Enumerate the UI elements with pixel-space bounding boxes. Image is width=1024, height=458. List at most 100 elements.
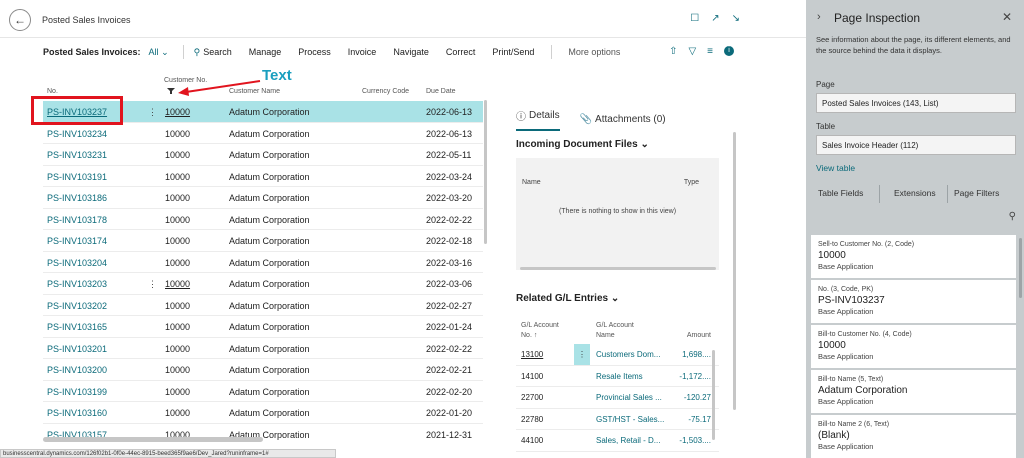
close-icon[interactable]: ✕ bbox=[1002, 10, 1012, 24]
customer-no-cell[interactable]: 10000 bbox=[165, 279, 190, 289]
filter-icon[interactable]: ▽ bbox=[688, 46, 696, 57]
customer-no-cell[interactable]: 10000 bbox=[165, 344, 190, 354]
table-row[interactable]: PS-INV103191 10000 Adatum Corporation 2022-… bbox=[43, 166, 483, 187]
gl-account-name-link[interactable]: Resale Items bbox=[596, 372, 643, 381]
list-view-icon[interactable]: ≡ bbox=[707, 46, 713, 57]
gl-account-no-cell[interactable]: 22780 bbox=[521, 415, 543, 424]
search-button[interactable]: ⚲ Search bbox=[194, 47, 232, 58]
customer-no-cell[interactable]: 10000 bbox=[165, 215, 190, 225]
invoice-no-link[interactable]: PS-INV103160 bbox=[47, 408, 107, 418]
table-row[interactable]: PS-INV103203 ⋮ 10000 Adatum Corporation 2022… bbox=[43, 273, 483, 295]
gl-entry-row[interactable]: 22700 Provincial Sales ... -120.27 bbox=[516, 387, 719, 409]
invoice-no-link[interactable]: PS-INV103191 bbox=[47, 172, 107, 182]
bookmark-icon[interactable]: ☐ bbox=[690, 13, 699, 24]
invoice-no-link[interactable]: PS-INV103200 bbox=[47, 365, 107, 375]
invoice-no-link[interactable]: PS-INV103203 bbox=[47, 279, 107, 289]
incoming-scrollbar[interactable] bbox=[520, 267, 716, 270]
gl-amount-link[interactable]: -120.27 bbox=[684, 393, 711, 402]
share-icon[interactable]: ⇧ bbox=[669, 46, 677, 57]
gl-entries-title[interactable]: Related G/L Entries ⌄ bbox=[516, 293, 619, 304]
invoice-no-link[interactable]: PS-INV103204 bbox=[47, 258, 107, 268]
invoice-no-link[interactable]: PS-INV103178 bbox=[47, 215, 107, 225]
gl-entry-row[interactable]: 22780 GST/HST - Sales... -75.17 bbox=[516, 409, 719, 430]
customer-no-cell[interactable]: 10000 bbox=[165, 172, 190, 182]
gl-entry-row[interactable]: 14100 Resale Items -1,172.... bbox=[516, 366, 719, 387]
table-row[interactable]: PS-INV103165 10000 Adatum Corporation 2022-… bbox=[43, 316, 483, 338]
field-card[interactable]: Bill-to Name 2 (6, Text) (Blank) Base Appl… bbox=[811, 415, 1016, 458]
customer-no-cell[interactable]: 10000 bbox=[165, 408, 190, 418]
invoice-button[interactable]: Invoice bbox=[348, 47, 377, 57]
col-header-no[interactable]: No. bbox=[47, 88, 58, 95]
customer-no-cell[interactable]: 10000 bbox=[165, 107, 190, 117]
gl-amount-link[interactable]: 1,698.... bbox=[682, 350, 711, 359]
table-row[interactable]: PS-INV103178 10000 Adatum Corporation 2022-… bbox=[43, 209, 483, 230]
customer-no-cell[interactable]: 10000 bbox=[165, 129, 190, 139]
customer-no-cell[interactable]: 10000 bbox=[165, 387, 190, 397]
customer-no-cell[interactable]: 10000 bbox=[165, 258, 190, 268]
gl-account-no-cell[interactable]: 14100 bbox=[521, 372, 543, 381]
row-actions-icon[interactable]: ⋮ bbox=[574, 344, 590, 365]
info-icon[interactable]: i bbox=[724, 46, 734, 56]
gl-account-no-cell[interactable]: 13100 bbox=[521, 350, 543, 359]
tab-table-fields[interactable]: Table Fields bbox=[818, 188, 863, 198]
customer-no-cell[interactable]: 10000 bbox=[165, 236, 190, 246]
row-actions-icon[interactable]: ⋮ bbox=[148, 107, 157, 118]
table-row[interactable]: PS-INV103200 10000 Adatum Corporation 2022-… bbox=[43, 359, 483, 381]
more-options-button[interactable]: More options bbox=[568, 47, 620, 57]
gl-col-no-line2[interactable]: No. ↑ bbox=[521, 332, 537, 339]
open-new-window-icon[interactable]: ↗ bbox=[711, 13, 719, 24]
field-card[interactable]: Bill-to Customer No. (4, Code) 10000 Base … bbox=[811, 325, 1016, 368]
row-actions-icon[interactable]: ⋮ bbox=[148, 279, 157, 290]
gl-col-name-line1[interactable]: G/L Account bbox=[596, 322, 634, 329]
invoice-no-link[interactable]: PS-INV103199 bbox=[47, 387, 107, 397]
invoice-no-link[interactable]: PS-INV103186 bbox=[47, 193, 107, 203]
chevron-right-icon[interactable]: › bbox=[817, 11, 821, 23]
back-button[interactable]: ← bbox=[9, 9, 31, 31]
inspection-scrollbar[interactable] bbox=[1019, 238, 1022, 298]
invoice-no-link[interactable]: PS-INV103234 bbox=[47, 129, 107, 139]
invoice-no-link[interactable]: PS-INV103174 bbox=[47, 236, 107, 246]
table-row[interactable]: PS-INV103199 10000 Adatum Corporation 2022-… bbox=[43, 381, 483, 402]
field-card[interactable]: Bill-to Name (5, Text) Adatum Corporation… bbox=[811, 370, 1016, 413]
customer-no-cell[interactable]: 10000 bbox=[165, 322, 190, 332]
invoice-no-link[interactable]: PS-INV103201 bbox=[47, 344, 107, 354]
invoice-no-link[interactable]: PS-INV103165 bbox=[47, 322, 107, 332]
gl-col-name-line2[interactable]: Name bbox=[596, 332, 615, 339]
invoice-no-link[interactable]: PS-INV103202 bbox=[47, 301, 107, 311]
factbox-scrollbar[interactable] bbox=[733, 132, 736, 410]
customer-no-cell[interactable]: 10000 bbox=[165, 365, 190, 375]
view-filter-dropdown[interactable]: All ⌄ bbox=[149, 47, 169, 58]
table-row[interactable]: PS-INV103174 10000 Adatum Corporation 2022-… bbox=[43, 230, 483, 252]
tab-details[interactable]: ⓘ Details bbox=[516, 108, 560, 131]
table-row[interactable]: PS-INV103160 10000 Adatum Corporation 2022-… bbox=[43, 402, 483, 424]
print-send-button[interactable]: Print/Send bbox=[492, 47, 534, 57]
table-row[interactable]: PS-INV103234 10000 Adatum Corporation 2022-… bbox=[43, 123, 483, 144]
correct-button[interactable]: Correct bbox=[446, 47, 476, 57]
gl-amount-link[interactable]: -1,172.... bbox=[679, 372, 711, 381]
collapse-icon[interactable]: ↘ bbox=[732, 13, 740, 24]
customer-no-cell[interactable]: 10000 bbox=[165, 301, 190, 311]
tab-page-filters[interactable]: Page Filters bbox=[954, 188, 999, 198]
gl-account-name-link[interactable]: GST/HST - Sales... bbox=[596, 415, 664, 424]
field-card[interactable]: No. (3, Code, PK) PS-INV103237 Base Applic… bbox=[811, 280, 1016, 323]
tab-attachments[interactable]: 📎 Attachments (0) bbox=[580, 108, 666, 131]
table-row[interactable]: PS-INV103231 10000 Adatum Corporation 2022-… bbox=[43, 144, 483, 166]
gl-amount-link[interactable]: -75.17 bbox=[688, 415, 711, 424]
customer-no-cell[interactable]: 10000 bbox=[165, 193, 190, 203]
table-row[interactable]: PS-INV103202 10000 Adatum Corporation 2022-… bbox=[43, 295, 483, 316]
view-table-link[interactable]: View table bbox=[816, 163, 855, 173]
gl-amount-link[interactable]: -1,503.... bbox=[679, 436, 711, 445]
navigate-button[interactable]: Navigate bbox=[393, 47, 429, 57]
field-card[interactable]: Sell-to Customer No. (2, Code) 10000 Base … bbox=[811, 235, 1016, 278]
process-button[interactable]: Process bbox=[298, 47, 331, 57]
search-icon[interactable]: ⚲ bbox=[1009, 211, 1016, 222]
tab-extensions[interactable]: Extensions bbox=[894, 188, 936, 198]
gl-account-no-cell[interactable]: 44100 bbox=[521, 436, 543, 445]
list-horizontal-scrollbar[interactable] bbox=[43, 437, 263, 442]
table-row[interactable]: PS-INV103201 10000 Adatum Corporation 2022-… bbox=[43, 338, 483, 359]
gl-scrollbar[interactable] bbox=[712, 350, 715, 440]
col-header-due-date[interactable]: Due Date bbox=[426, 88, 456, 95]
customer-no-cell[interactable]: 10000 bbox=[165, 150, 190, 160]
gl-account-name-link[interactable]: Provincial Sales ... bbox=[596, 393, 662, 402]
gl-account-no-cell[interactable]: 22700 bbox=[521, 393, 543, 402]
